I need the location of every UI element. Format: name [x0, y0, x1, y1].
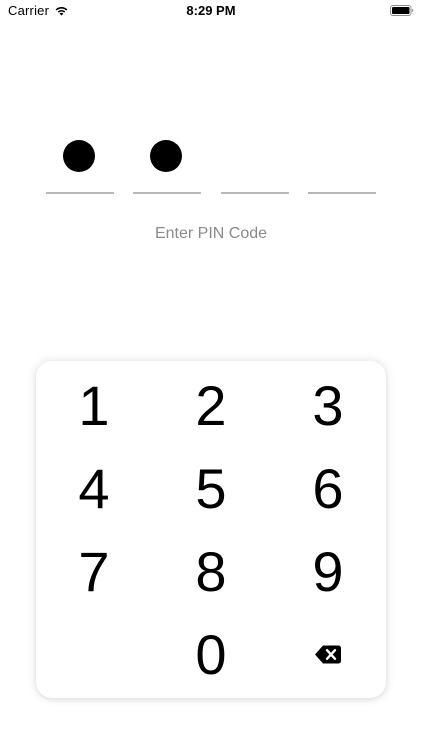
key-4[interactable]: 4: [36, 447, 152, 529]
key-7[interactable]: 7: [36, 530, 152, 612]
pin-underline-2: [133, 192, 201, 194]
numeric-keypad: 1 2 3 4 5 6 7 8 9 0: [36, 361, 386, 698]
pin-underline-3: [221, 192, 289, 194]
delete-key[interactable]: [270, 613, 386, 695]
key-6[interactable]: 6: [270, 447, 386, 529]
pin-slot-2: [133, 136, 201, 194]
pin-dot-2: [150, 140, 182, 172]
pin-underline-1: [46, 192, 114, 194]
pin-slot-4: [308, 136, 376, 194]
key-9[interactable]: 9: [270, 530, 386, 612]
key-2[interactable]: 2: [153, 364, 269, 446]
pin-slots: [0, 136, 422, 196]
key-0[interactable]: 0: [153, 613, 269, 695]
key-8[interactable]: 8: [153, 530, 269, 612]
key-5[interactable]: 5: [153, 447, 269, 529]
pin-dot-1: [63, 140, 95, 172]
key-3[interactable]: 3: [270, 364, 386, 446]
battery-icon: [390, 5, 414, 16]
backspace-icon: [315, 645, 341, 663]
pin-prompt-label: Enter PIN Code: [154, 225, 268, 242]
clock: 8:29 PM: [186, 3, 236, 18]
status-bar: Carrier 8:29 PM: [0, 0, 422, 22]
pin-slot-1: [46, 136, 114, 194]
pin-underline-4: [308, 192, 376, 194]
pin-slot-3: [221, 136, 289, 194]
key-1[interactable]: 1: [36, 364, 152, 446]
